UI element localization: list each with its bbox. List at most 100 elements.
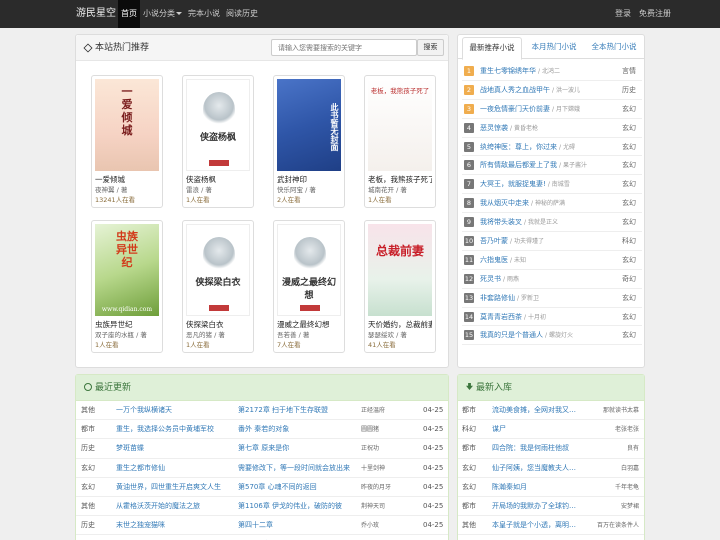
rank-book-link[interactable]: 我将带头装叉 / 我就是正义 — [480, 213, 558, 232]
rank-book-link[interactable]: 吾乃叶蒙 / 功夫得瑾了 — [480, 232, 544, 251]
book-card[interactable]: 一爱倾城 一爱倾城 夜神翼 / 著 13241人在看 — [91, 75, 163, 208]
book-card[interactable]: 此书暂无封面 武封神印 快乐阿宝 / 著 2人在看 — [273, 75, 345, 208]
book-title[interactable]: 虫族异世纪 — [95, 319, 159, 330]
book-cover[interactable]: 老板，我熊孩子死了 — [368, 79, 432, 171]
new-book-link[interactable]: 本皇子就是个小透，离明… — [492, 516, 584, 535]
update-chapter-link[interactable]: 第四十二章 — [238, 516, 358, 535]
rank-book-link[interactable]: 六指鬼医 / 未知 — [480, 251, 526, 270]
nav-categories[interactable]: 小说分类 — [140, 0, 185, 28]
update-chapter-link[interactable]: 第1106章 伊戈的伟业，破防的彼 — [238, 497, 358, 516]
book-card[interactable]: 侠探梁白衣 侠探梁白衣 恶凡的猪 / 著 1人在看 — [182, 220, 254, 353]
book-cover[interactable]: 总裁前妻 — [368, 224, 432, 316]
new-book-row: 其他 本皇子就是个小透，离明… 百万在读条件人 — [458, 516, 644, 536]
ranking-item[interactable]: 3 一夜危情豪门天价前妻 / 月下嫦娥 玄幻 — [462, 100, 642, 119]
ranking-item[interactable]: 13 非套路修仙 / 罗新卫 玄幻 — [462, 289, 642, 308]
new-book-link[interactable]: 四合院：我是何雨柱他叔 — [492, 439, 584, 458]
tab-completed-hot[interactable]: 全本热门小说 — [584, 37, 644, 59]
rank-book-link[interactable]: 我从烟灭中走来 / 神秘的萨满 — [480, 194, 565, 213]
ranking-item[interactable]: 8 我从烟灭中走来 / 神秘的萨满 玄幻 — [462, 194, 642, 214]
ranking-item[interactable]: 6 所有情敌最后都爱上了我 / 果子酱汁 玄幻 — [462, 156, 642, 176]
rank-book-author: / 黄昏老枪 — [510, 124, 538, 132]
rank-book-link[interactable]: 恶灵惊袭 / 黄昏老枪 — [480, 119, 538, 138]
update-chapter-link[interactable]: 第2172章 扫于地下生存联盟 — [238, 401, 358, 420]
new-book-author: 百万在读条件人 — [596, 522, 639, 530]
book-cover[interactable]: 此书暂无封面 — [277, 79, 341, 171]
update-book-link[interactable]: 从霍格沃茨开始的魔法之旅 — [116, 497, 236, 516]
book-title[interactable]: 侠探梁白衣 — [186, 319, 250, 330]
brand-logo[interactable]: 游民星空 — [76, 0, 116, 28]
nav-home[interactable]: 首页 — [118, 0, 140, 28]
ranking-item[interactable]: 10 吾乃叶蒙 / 功夫得瑾了 科幻 — [462, 232, 642, 251]
rank-book-link[interactable]: 纨绔神医：尊上，你过来 / 尤碍 — [480, 138, 575, 157]
new-book-link[interactable]: 仙子阿姨，您当魔教夫人… — [492, 459, 584, 478]
nav-history[interactable]: 阅读历史 — [223, 0, 261, 28]
update-book-link[interactable]: 重生之都市修仙 — [116, 459, 236, 478]
book-cover[interactable]: 漫威之最终幻想 — [277, 224, 341, 316]
search-button[interactable]: 搜索 — [417, 39, 444, 56]
book-title[interactable]: 老板，我熊孩子死了 — [368, 174, 432, 185]
search-input[interactable] — [271, 39, 417, 56]
book-cover[interactable]: 侠盗杨枫 — [186, 79, 250, 171]
new-book-link[interactable]: 陈瀚秦如月 — [492, 478, 584, 497]
ranking-item[interactable]: 1 重生七零锦绣年华 / 北鸿二 言情 — [462, 62, 642, 81]
recent-updates-title: 最近更新 — [95, 383, 132, 393]
update-date: 04-25 — [423, 444, 444, 453]
ranking-item[interactable]: 9 我将带头装叉 / 我就是正义 玄幻 — [462, 213, 642, 233]
rank-book-link[interactable]: 一夜危情豪门天价前妻 / 月下嫦娥 — [480, 100, 580, 119]
book-cover[interactable]: 侠探梁白衣 — [186, 224, 250, 316]
ranking-item[interactable]: 5 纨绔神医：尊上，你过来 / 尤碍 玄幻 — [462, 138, 642, 157]
update-book-link[interactable]: 黄油世界，四世重生开启爽文人生 — [116, 478, 236, 497]
rank-book-link[interactable]: 非套路修仙 / 罗新卫 — [480, 289, 539, 308]
update-book-link[interactable]: 梦斑苗蝶 — [116, 439, 236, 458]
new-book-link[interactable]: 渣父子查出的，直富宽路 — [492, 535, 584, 540]
book-card[interactable]: 漫威之最终幻想 漫威之最终幻想 吾若善 / 著 7人在看 — [273, 220, 345, 353]
new-book-link[interactable]: 谋尸 — [492, 420, 584, 439]
book-title[interactable]: 漫威之最终幻想 — [277, 319, 341, 330]
update-book-link[interactable]: 末世之独宠猫咪 — [116, 516, 236, 535]
nav-completed[interactable]: 完本小说 — [185, 0, 223, 28]
rank-number: 12 — [464, 273, 474, 284]
update-chapter-link[interactable]: 需要修改下，等一段时间就会放出来 — [238, 459, 358, 478]
ranking-item[interactable]: 2 战地真人秀之血战甲午 / 洪一波儿 历史 — [462, 81, 642, 100]
register-link[interactable]: 免费注册 — [639, 0, 671, 28]
login-link[interactable]: 登录 — [615, 0, 631, 28]
tab-latest-recommend[interactable]: 最新推荐小说 — [462, 37, 522, 60]
book-card[interactable]: 侠盗杨枫 侠盗杨枫 雷浪 / 著 1人在看 — [182, 75, 254, 208]
update-chapter-link[interactable]: 番外 秦若的对象 — [238, 420, 358, 439]
ranking-item[interactable]: 15 我真的只是个普通人 / 螺旋灯火 玄幻 — [462, 326, 642, 346]
rank-number: 11 — [464, 254, 474, 265]
update-chapter-link[interactable]: 第1128章 因果报应 — [238, 535, 358, 540]
update-book-link[interactable]: 重生，我选择公务员中黄埔军校 — [116, 420, 236, 439]
ranking-item[interactable]: 12 死灵书 / 雨燕 奇幻 — [462, 270, 642, 289]
ranking-item[interactable]: 7 大冥王，就服捉鬼妻! / 南城雪 玄幻 — [462, 175, 642, 195]
book-card[interactable]: 虫族异世纪 www.qidian.com 虫族异世纪 双子座的水瓶 / 著 1人在看 — [91, 220, 163, 353]
rank-book-link[interactable]: 战地真人秀之血战甲午 / 洪一波儿 — [480, 81, 580, 100]
book-card[interactable]: 总裁前妻 天价婚约，总裁前妻 瑟瑟绥欢 / 著 41人在看 — [364, 220, 436, 353]
recent-updates-panel: 最近更新 其他 一万个我纵横诸天 第2172章 扫于地下生存联盟 正经温府 04-25 都… — [75, 374, 449, 540]
book-title[interactable]: 武封神印 — [277, 174, 341, 185]
rank-category: 玄幻 — [622, 142, 636, 151]
new-book-link[interactable]: 开局场的我默办了全球钓… — [492, 497, 584, 516]
book-cover[interactable]: 虫族异世纪 www.qidian.com — [95, 224, 159, 316]
update-category: 玄幻 — [81, 463, 95, 472]
rank-book-link[interactable]: 大冥王，就服捉鬼妻! / 南城雪 — [480, 175, 570, 194]
book-title[interactable]: 侠盗杨枫 — [186, 174, 250, 185]
book-card[interactable]: 老板，我熊孩子死了 老板，我熊孩子死了 城南花开 / 著 1人在看 — [364, 75, 436, 208]
rank-book-link[interactable]: 所有情敌最后都爱上了我 / 果子酱汁 — [480, 156, 587, 175]
update-chapter-link[interactable]: 第570章 心魂不同的返回 — [238, 478, 358, 497]
ranking-item[interactable]: 14 莫青青岩西茶 / 十月初 玄幻 — [462, 308, 642, 327]
book-title[interactable]: 一爱倾城 — [95, 174, 159, 185]
rank-book-link[interactable]: 莫青青岩西茶 / 十月初 — [480, 308, 546, 327]
rank-book-link[interactable]: 我真的只是个普通人 / 螺旋灯火 — [480, 326, 573, 345]
rank-book-link[interactable]: 重生七零锦绣年华 / 北鸿二 — [480, 62, 560, 81]
update-book-link[interactable]: 正义的使命 — [116, 535, 236, 540]
book-cover[interactable]: 一爱倾城 — [95, 79, 159, 171]
ranking-item[interactable]: 11 六指鬼医 / 未知 玄幻 — [462, 251, 642, 270]
tab-monthly-hot[interactable]: 本月热门小说 — [524, 37, 584, 59]
update-book-link[interactable]: 一万个我纵横诸天 — [116, 401, 236, 420]
update-chapter-link[interactable]: 第七章 原来是你 — [238, 439, 358, 458]
book-title[interactable]: 天价婚约，总裁前妻 — [368, 319, 432, 330]
new-book-link[interactable]: 流动美食摊，全网对我又… — [492, 401, 584, 420]
rank-book-link[interactable]: 死灵书 / 雨燕 — [480, 270, 519, 289]
ranking-item[interactable]: 4 恶灵惊袭 / 黄昏老枪 玄幻 — [462, 119, 642, 138]
